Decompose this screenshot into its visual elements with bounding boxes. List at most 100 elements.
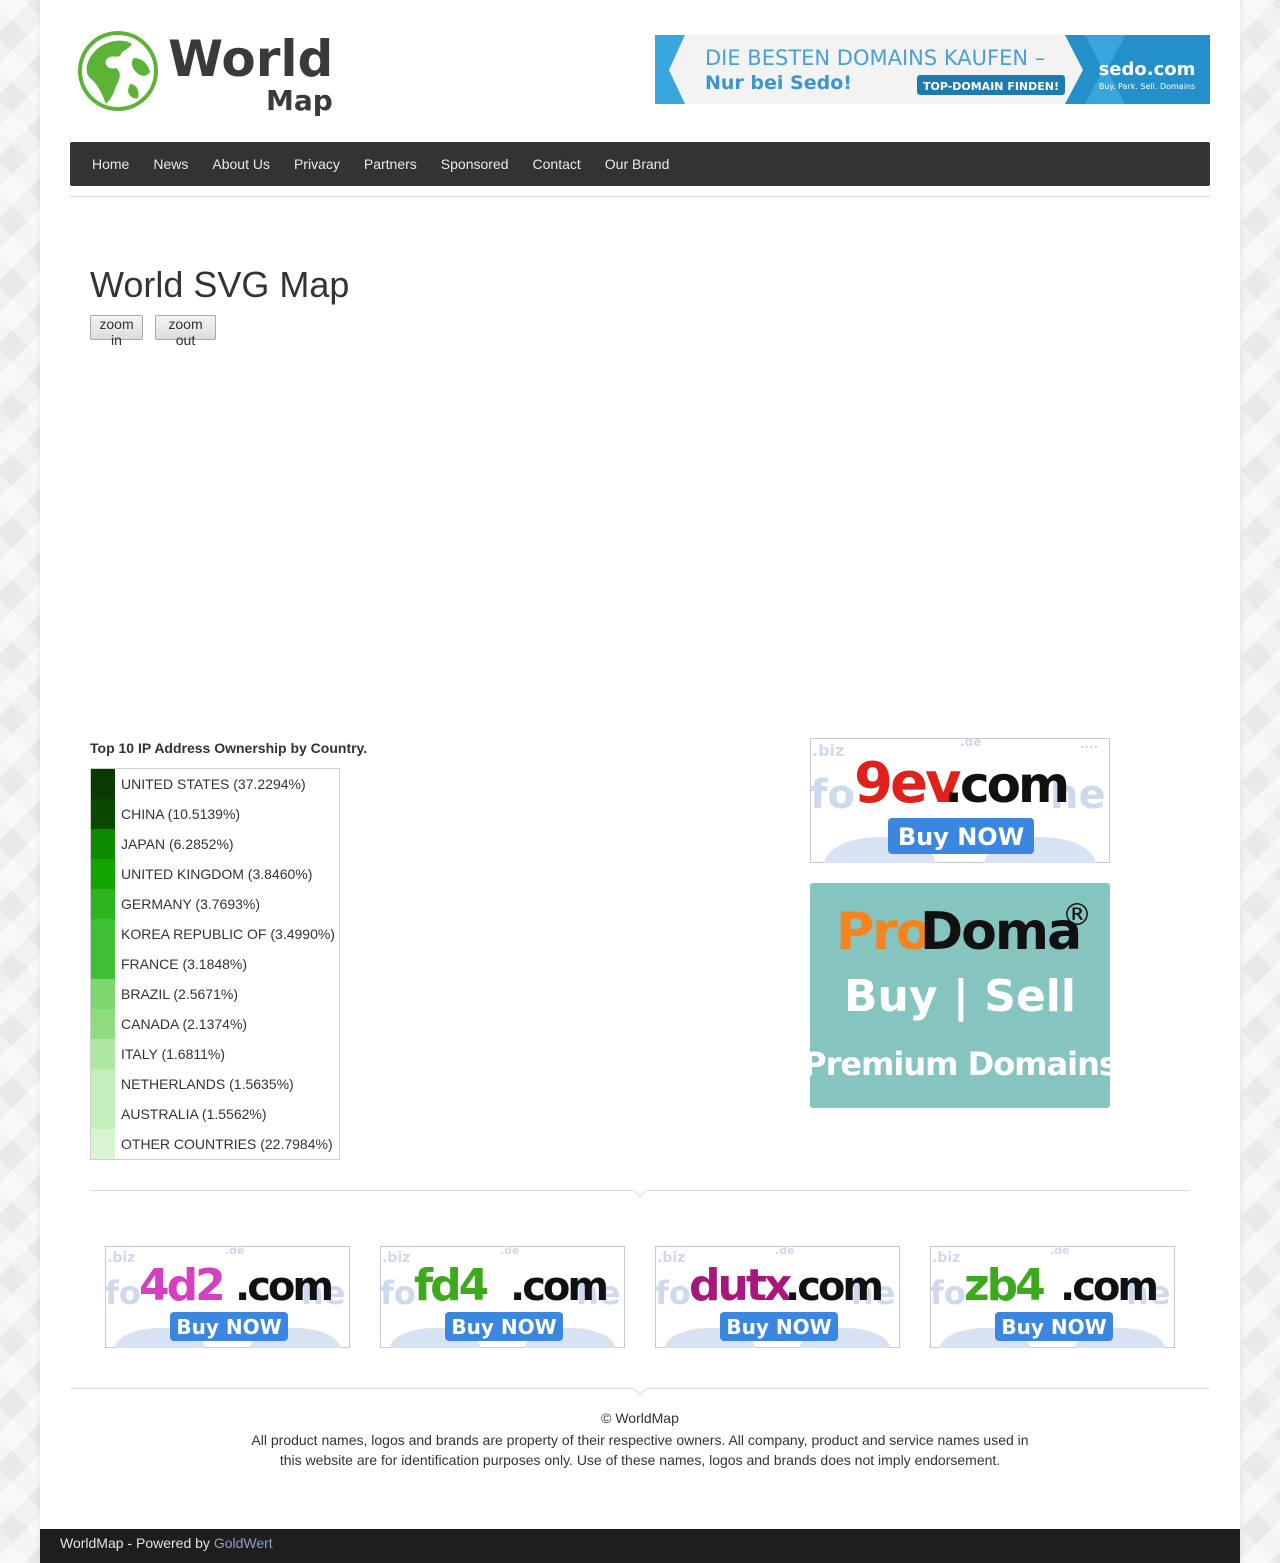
ad-fd4-domain[interactable]: .biz .de fo he fd4 .com Buy NOW [380,1244,625,1368]
legend-row: KOREA REPUBLIC OF (3.4990%) [91,919,339,949]
buy-now-label: Buy NOW [176,1315,281,1339]
svg-text:fo: fo [105,1274,141,1312]
legend-label: OTHER COUNTRIES (22.7984%) [121,1136,333,1152]
svg-text:.biz: .biz [932,1250,960,1266]
section-divider [90,1190,1190,1198]
svg-text:Buy | Sell: Buy | Sell [844,971,1076,1022]
zoom-in-button[interactable]: zoom in [90,315,143,348]
legend-row: UNITED KINGDOM (3.8460%) [91,859,339,889]
ad-9ev-domain[interactable]: .biz .de .... fo he 9ev .com Buy NOW [810,738,1110,863]
svg-text:TOP-DOMAIN FINDEN!: TOP-DOMAIN FINDEN! [923,80,1059,93]
legend-swatch [91,1009,115,1039]
sedo-banner-ad[interactable]: DIE BESTEN DOMAINS KAUFEN – Nur bei Sedo… [655,35,1210,104]
svg-text:Buy NOW: Buy NOW [898,823,1024,851]
svg-text:fo: fo [930,1274,966,1312]
legend-title: Top 10 IP Address Ownership by Country. [90,740,368,756]
goldwert-link[interactable]: GoldWert [214,1535,273,1551]
legend-swatch [91,829,115,859]
ad-zb4-domain[interactable]: .biz .de fo he zb4 .com Buy NOW [930,1244,1175,1368]
domain-ad-name: zb4 [964,1260,1044,1311]
legend-swatch [91,799,115,829]
nav-news[interactable]: News [141,142,200,186]
domain-ad-graphic: .biz .defo hefd4 .comBuy NOW [380,1244,625,1368]
legend-label: ITALY (1.6811%) [121,1046,226,1062]
nav-about-us[interactable]: About Us [200,142,282,186]
legend-swatch [91,1039,115,1069]
powered-by: WorldMap - Powered by GoldWert [60,1535,273,1551]
legend-swatch [91,919,115,949]
powered-prefix: WorldMap - Powered by [60,1535,214,1551]
domain-ad-tld: .com [1060,1264,1156,1310]
legend-swatch [91,1129,115,1159]
domain-ad-tld: .com [785,1264,881,1310]
domain-ad-name: fd4 [414,1260,488,1311]
legend-row: FRANCE (3.1848%) [91,949,339,979]
legend-row: JAPAN (6.2852%) [91,829,339,859]
ad-prodoma[interactable]: Pro Doma ® Buy | Sell Premium Domains [810,883,1110,1108]
legend-swatch [91,859,115,889]
nav-contact[interactable]: Contact [521,142,593,186]
svg-text:fo: fo [380,1274,416,1312]
footer-bar: WorldMap - Powered by GoldWert [40,1529,1240,1563]
legend-label: AUSTRALIA (1.5562%) [121,1106,267,1122]
world-map-canvas[interactable] [90,350,790,725]
svg-text:....: .... [1080,738,1098,751]
legend-label: FRANCE (3.1848%) [121,956,248,972]
buy-now-label: Buy NOW [726,1315,831,1339]
legend-label: CHINA (10.5139%) [121,806,241,822]
legend-swatch [91,1099,115,1129]
legend-label: CANADA (2.1374%) [121,1016,248,1032]
domain-ad-graphic: .biz .defo he4d2 .comBuy NOW [105,1244,350,1368]
domain-ad-tld: .com [235,1264,331,1310]
legend-row: CANADA (2.1374%) [91,1009,339,1039]
legend-swatch [91,949,115,979]
copyright: © WorldMap [601,1410,679,1426]
svg-text:.de: .de [225,1246,245,1257]
svg-text:Premium Domains: Premium Domains [810,1045,1110,1083]
svg-text:.biz: .biz [657,1250,685,1266]
legend-row: OTHER COUNTRIES (22.7984%) [91,1129,339,1159]
svg-text:Doma: Doma [920,902,1080,962]
zoom-out-button[interactable]: zoom out [155,315,216,348]
svg-text:DIE BESTEN DOMAINS KAUFEN –: DIE BESTEN DOMAINS KAUFEN – [705,46,1045,70]
legend-swatch [91,889,115,919]
legend-label: UNITED STATES (37.2294%) [121,776,306,792]
svg-text:sedo.com: sedo.com [1099,59,1196,80]
nav-sponsored[interactable]: Sponsored [429,142,521,186]
domain-ad-graphic: .biz .defo hezb4 .comBuy NOW [930,1244,1175,1368]
disclaimer: All product names, logos and brands are … [251,1432,1029,1468]
page: World Map DIE BESTEN DOMAINS KAUFEN – Nu… [40,0,1240,1563]
legend-label: NETHERLANDS (1.5635%) [121,1076,294,1092]
legend-label: UNITED KINGDOM (3.8460%) [121,866,313,882]
buy-now-label: Buy NOW [451,1315,556,1339]
footer-divider [70,1388,1210,1396]
svg-text:.com: .com [944,756,1067,814]
legend-label: JAPAN (6.2852%) [121,836,234,852]
domain-ad-graphic: .biz .defo hedutx.comBuy NOW [655,1244,900,1368]
nav-privacy[interactable]: Privacy [282,142,352,186]
svg-text:Pro: Pro [836,902,930,962]
svg-text:.de: .de [775,1246,795,1257]
legend-swatch [91,979,115,1009]
legend-label: KOREA REPUBLIC OF (3.4990%) [121,926,335,942]
svg-text:.biz: .biz [382,1250,410,1266]
svg-text:fo: fo [810,772,855,818]
svg-text:.de: .de [500,1246,520,1257]
nav-home[interactable]: Home [80,142,141,186]
nav-partners[interactable]: Partners [352,142,429,186]
domain-ad-name: 4d2 [139,1260,223,1311]
legend-row: ITALY (1.6811%) [91,1039,339,1069]
nav-divider [70,196,1210,197]
ad-dutx-domain[interactable]: .biz .de fo he dutx .com Buy NOW [655,1244,900,1368]
legend-row: UNITED STATES (37.2294%) [91,769,339,799]
nav-our-brand[interactable]: Our Brand [593,142,682,186]
ad-4d2-domain[interactable]: .biz .de fo he 4d2 .com Buy NOW [105,1244,350,1368]
svg-text:Buy. Park. Sell. Domains: Buy. Park. Sell. Domains [1099,82,1195,91]
svg-text:®: ® [1062,898,1092,933]
legend-row: AUSTRALIA (1.5562%) [91,1099,339,1129]
legend-label: GERMANY (3.7693%) [121,896,261,912]
legend-swatch [91,1069,115,1099]
site-logo[interactable]: World Map [76,28,346,118]
ip-ownership-legend: UNITED STATES (37.2294%) CHINA (10.5139%)… [90,768,340,1160]
globe-icon [78,31,158,111]
